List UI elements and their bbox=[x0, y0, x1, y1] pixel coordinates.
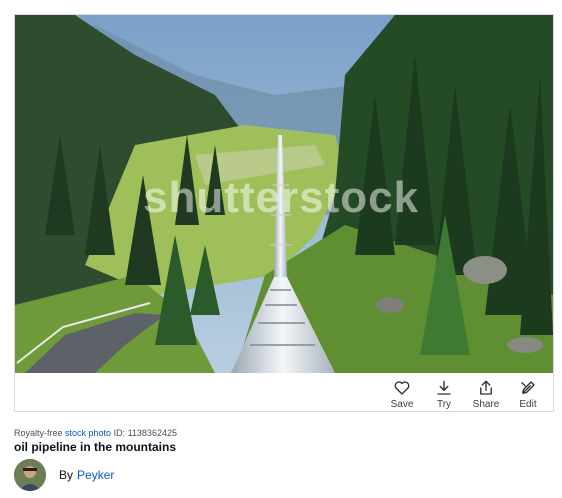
avatar[interactable] bbox=[14, 459, 46, 491]
watermark-text: shutterstock bbox=[143, 173, 420, 222]
share-icon bbox=[480, 380, 492, 395]
image-meta: Royalty-free stock photo ID: 1138362425 … bbox=[14, 428, 544, 454]
stock-photo[interactable]: shutterstock bbox=[15, 15, 553, 373]
license-prefix: Royalty-free bbox=[14, 428, 63, 438]
image-title: oil pipeline in the mountains bbox=[14, 440, 177, 454]
save-label: Save bbox=[390, 399, 414, 410]
license-line: Royalty-free stock photo ID: 1138362425 bbox=[14, 428, 544, 438]
try-button[interactable]: Try bbox=[425, 377, 463, 410]
author-link[interactable]: Peyker bbox=[77, 468, 114, 482]
author-byline: By Peyker bbox=[59, 468, 114, 482]
share-label: Share bbox=[472, 399, 500, 410]
heart-icon bbox=[394, 381, 410, 395]
edit-label: Edit bbox=[519, 399, 537, 410]
share-button[interactable]: Share bbox=[467, 377, 505, 410]
image-actions: Save Try Share Edit bbox=[383, 377, 547, 410]
try-label: Try bbox=[436, 399, 452, 410]
edit-button[interactable]: Edit bbox=[509, 377, 547, 410]
by-label: By bbox=[59, 468, 74, 482]
save-button[interactable]: Save bbox=[383, 377, 421, 410]
image-card: shutterstock Save Try Share Edit bbox=[14, 14, 554, 412]
download-icon bbox=[437, 380, 451, 395]
edit-icon bbox=[521, 381, 535, 394]
image-id: ID: 1138362425 bbox=[113, 428, 177, 438]
stock-photo-link[interactable]: stock photo bbox=[65, 428, 111, 438]
avatar-image bbox=[14, 459, 46, 491]
author-row: By Peyker bbox=[14, 459, 114, 491]
